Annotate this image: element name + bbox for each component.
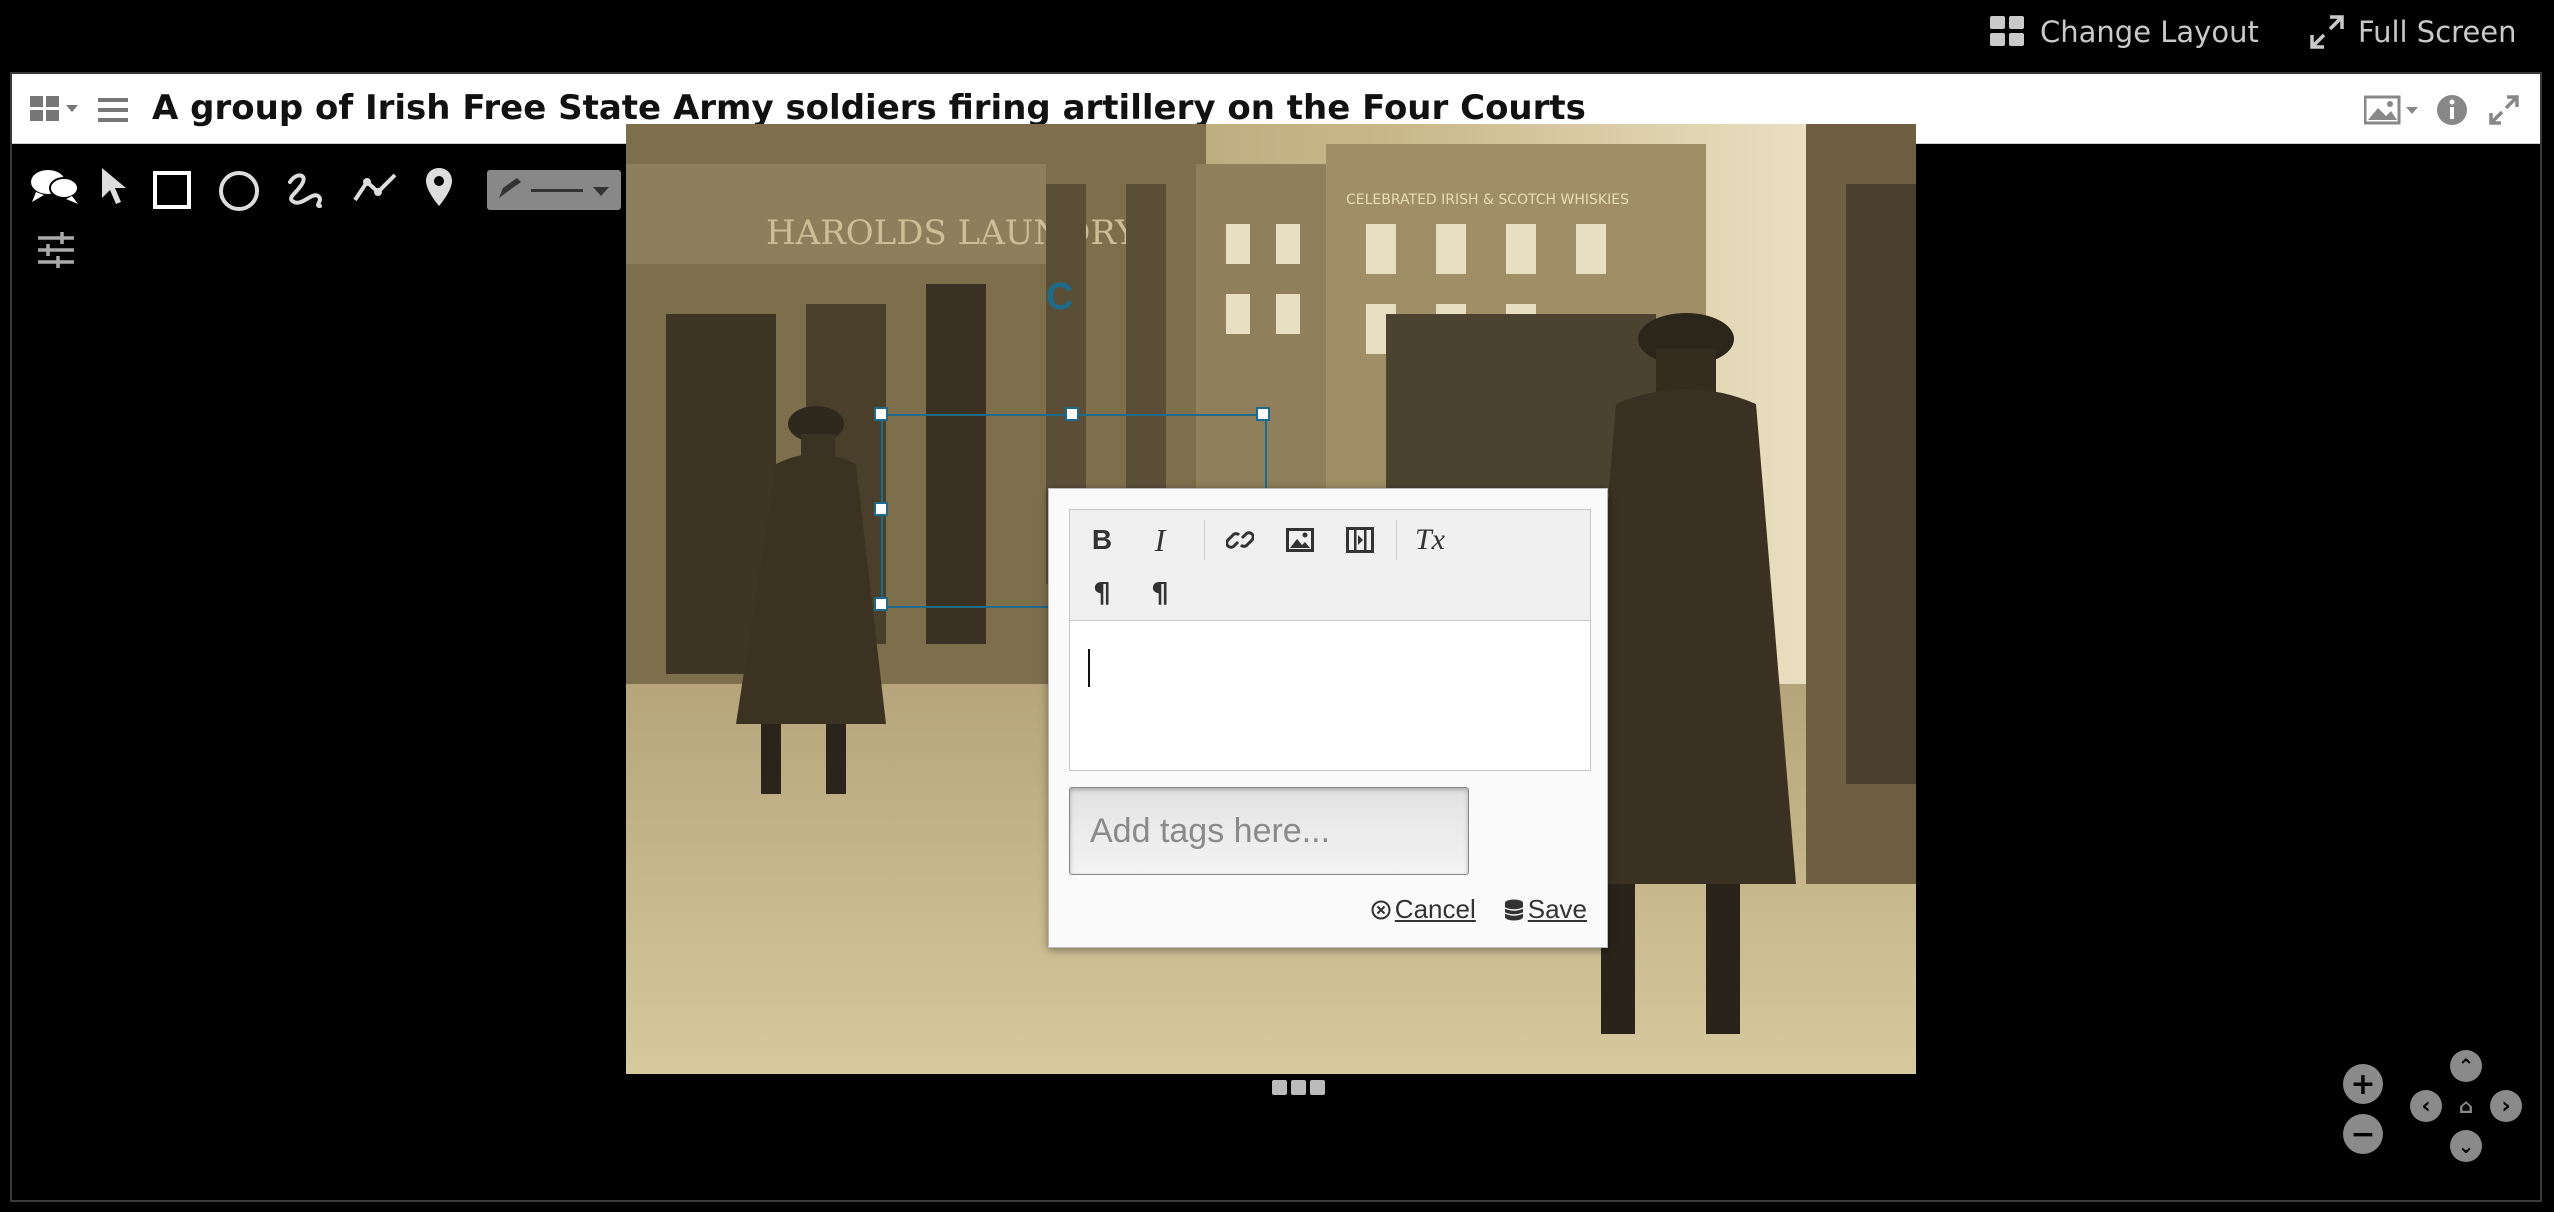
resize-handle[interactable] xyxy=(1065,407,1079,421)
stroke-style-dropdown[interactable] xyxy=(487,170,621,210)
rtl-direction-button[interactable]: ¶ xyxy=(1138,570,1182,614)
database-icon xyxy=(1504,899,1524,920)
link-icon xyxy=(1226,531,1254,549)
editor-actions: Cancel Save xyxy=(1371,894,1587,925)
maximize-window-icon[interactable] xyxy=(2488,94,2520,130)
change-layout-label: Change Layout xyxy=(2040,15,2259,49)
film-icon xyxy=(1346,527,1374,553)
layout-grid-icon xyxy=(1990,16,2024,46)
circle-icon[interactable] xyxy=(218,170,260,216)
info-icon[interactable] xyxy=(2436,94,2468,130)
sidebar-menu-icon[interactable] xyxy=(98,96,128,128)
italic-button[interactable]: I xyxy=(1138,518,1182,562)
save-label: Save xyxy=(1527,894,1587,924)
image-tools-icon[interactable] xyxy=(2363,94,2420,130)
polyline-icon[interactable] xyxy=(352,170,398,210)
shape-label: C xyxy=(1046,276,1073,318)
top-bar: Change Layout Full Screen xyxy=(0,0,2554,64)
pan-down-icon[interactable]: ⌄ xyxy=(2450,1130,2482,1162)
resize-handle[interactable] xyxy=(874,407,888,421)
pan-up-icon[interactable]: ⌃ xyxy=(2450,1050,2482,1082)
home-icon[interactable]: ⌂ xyxy=(2450,1090,2482,1122)
change-layout-button[interactable]: Change Layout xyxy=(1990,10,2259,54)
image-icon xyxy=(1286,528,1314,552)
tags-input[interactable] xyxy=(1069,787,1469,875)
zoom-in-icon[interactable]: + xyxy=(2343,1064,2383,1104)
window-title: A group of Irish Free State Army soldier… xyxy=(152,88,1586,128)
resize-handle[interactable] xyxy=(1256,407,1270,421)
image-adjustments-icon[interactable] xyxy=(36,230,76,274)
full-screen-label: Full Screen xyxy=(2358,15,2517,49)
comment-text-area[interactable] xyxy=(1069,621,1591,771)
annotation-editor: B I Tx ¶ ¶ Cancel Save xyxy=(1048,488,1608,948)
bold-button[interactable]: B xyxy=(1080,518,1124,562)
toolbar-divider xyxy=(1204,520,1205,560)
window-options-icon[interactable] xyxy=(30,96,86,128)
resize-handle[interactable] xyxy=(874,597,888,611)
link-button[interactable] xyxy=(1218,518,1262,562)
video-button[interactable] xyxy=(1338,518,1382,562)
cancel-label: Cancel xyxy=(1394,894,1476,924)
expand-icon xyxy=(2310,15,2344,49)
rectangle-icon[interactable] xyxy=(152,170,192,214)
editor-toolbar: B I Tx ¶ ¶ xyxy=(1069,509,1591,621)
panel-resize-handle[interactable] xyxy=(1272,1080,1325,1095)
pencil-icon xyxy=(499,178,609,198)
pan-right-icon[interactable]: › xyxy=(2490,1090,2522,1122)
whiskey-sign: CELEBRATED IRISH & SCOTCH WHISKIES xyxy=(1346,192,1629,208)
pin-icon[interactable] xyxy=(424,166,454,212)
pointer-icon[interactable] xyxy=(98,166,126,210)
resize-handle[interactable] xyxy=(874,502,888,516)
clear-format-button[interactable]: Tx xyxy=(1408,518,1452,562)
freehand-icon[interactable] xyxy=(284,168,326,214)
save-button[interactable]: Save xyxy=(1504,894,1587,925)
comments-icon[interactable] xyxy=(30,166,80,210)
ltr-direction-button[interactable]: ¶ xyxy=(1080,570,1124,614)
cancel-button[interactable]: Cancel xyxy=(1371,894,1476,925)
toolbar-divider xyxy=(1396,520,1397,560)
image-button[interactable] xyxy=(1278,518,1322,562)
zoom-out-icon[interactable]: − xyxy=(2343,1114,2383,1154)
cancel-icon xyxy=(1371,900,1391,919)
pan-left-icon[interactable]: ‹ xyxy=(2410,1090,2442,1122)
full-screen-button[interactable]: Full Screen xyxy=(2310,10,2517,54)
text-caret xyxy=(1088,649,1090,687)
